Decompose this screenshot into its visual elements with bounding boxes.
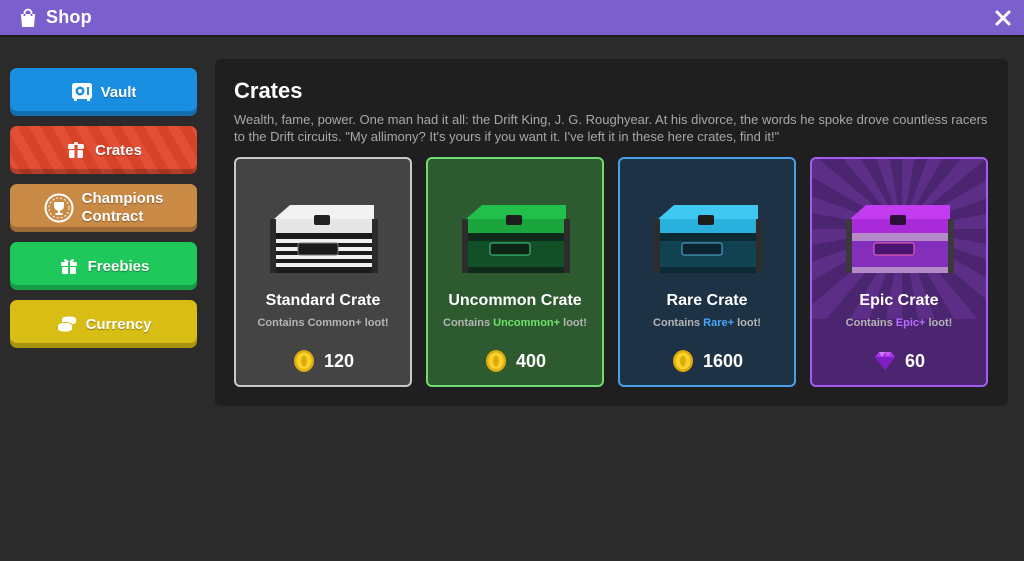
crates-description: Wealth, fame, power. One man had it all:…: [234, 112, 988, 144]
crate-card-uncommon[interactable]: Uncommon Crate Contains Uncommon+ loot! …: [426, 157, 604, 387]
sidebar-item-freebies[interactable]: Freebies: [10, 242, 197, 290]
crate-icon: [65, 139, 87, 161]
crate-contents: Contains Epic+ loot!: [845, 317, 953, 329]
rarity-label: Common+: [307, 317, 362, 329]
rarity-label: Rare+: [703, 317, 735, 329]
price-amount: 400: [515, 350, 547, 371]
sidebar-item-vault[interactable]: Vault: [10, 68, 197, 116]
shopping-bag-icon: [18, 8, 38, 28]
sidebar-item-label: Currency: [85, 315, 152, 333]
rarity-label: Epic+: [895, 317, 926, 329]
trophy-badge-icon: [44, 193, 74, 223]
sidebar-item-currency[interactable]: Currency: [10, 300, 197, 348]
crate-name: Rare Crate: [666, 292, 748, 309]
sidebar-item-label: Crates: [95, 141, 142, 159]
crate-contents: Contains Rare+ loot!: [653, 317, 761, 329]
gift-icon: [58, 255, 80, 277]
crate-price: 1600: [620, 349, 794, 373]
rarity-label: Uncommon+: [493, 317, 561, 329]
crates-panel: Crates Wealth, fame, power. One man had …: [215, 59, 1008, 406]
standard-crate-image: [270, 205, 378, 273]
crate-card-standard[interactable]: Standard Crate Contains Common+ loot! 12…: [234, 157, 412, 387]
crate-price: 60: [812, 349, 986, 373]
uncommon-crate-image: [462, 205, 570, 273]
sidebar-item-champions-contract[interactable]: Champions Contract: [10, 184, 197, 232]
crate-card-epic[interactable]: Epic Crate Contains Epic+ loot! 60: [810, 157, 988, 387]
sidebar: Vault Crates Champions Contract Freebies…: [10, 68, 197, 358]
coins-icon: [56, 313, 78, 335]
sidebar-item-label: Freebies: [87, 257, 150, 275]
crate-price: 120: [236, 349, 410, 373]
gem-icon: [874, 352, 895, 370]
sidebar-item-crates[interactable]: Crates: [10, 126, 197, 174]
crate-name: Epic Crate: [859, 292, 939, 309]
vault-icon: [71, 81, 93, 103]
crate-price: 400: [428, 349, 602, 373]
price-amount: 1600: [702, 350, 744, 371]
window-title: Shop: [46, 7, 92, 27]
crate-contents: Contains Uncommon+ loot!: [443, 317, 587, 329]
crate-contents: Contains Common+ loot!: [257, 317, 389, 329]
sidebar-item-label: Vault: [100, 83, 137, 101]
crate-card-rare[interactable]: Rare Crate Contains Rare+ loot! 1600: [618, 157, 796, 387]
crate-name: Standard Crate: [265, 292, 381, 309]
gold-coin-icon: [672, 350, 693, 372]
gold-coin-icon: [293, 350, 314, 372]
price-amount: 120: [323, 350, 355, 371]
title-bar: Shop: [0, 0, 1024, 37]
gold-coin-icon: [485, 350, 506, 372]
rare-crate-image: [654, 205, 762, 273]
crate-name: Uncommon Crate: [448, 292, 582, 309]
close-icon[interactable]: [992, 7, 1014, 29]
epic-crate-image: [846, 205, 954, 273]
page-title: Crates: [234, 78, 303, 103]
price-amount: 60: [904, 350, 926, 371]
sidebar-item-label: Champions Contract: [81, 190, 164, 225]
shop-window: Vault Crates Champions Contract Freebies…: [0, 39, 1024, 561]
